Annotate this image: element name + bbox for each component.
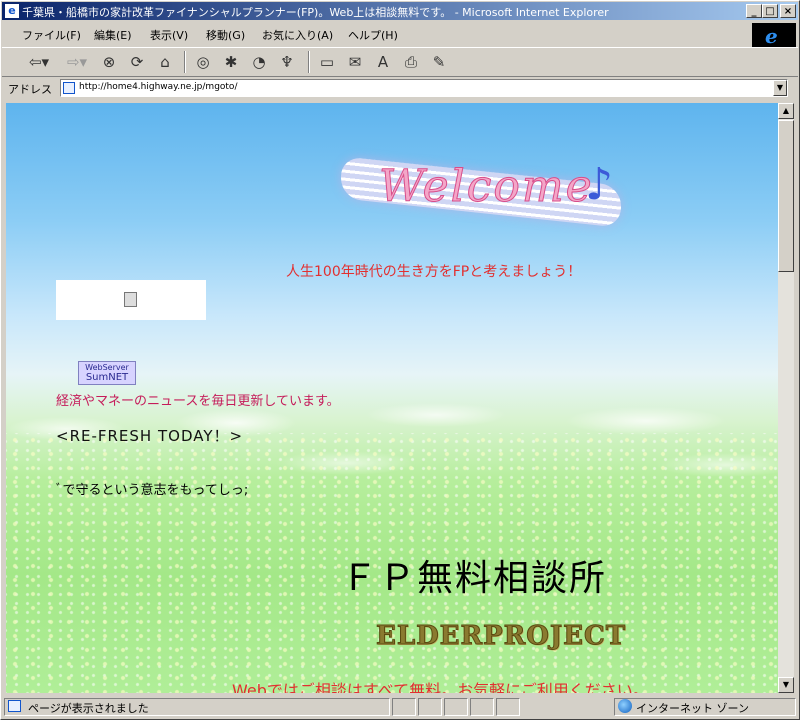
- maximize-button[interactable]: □: [762, 4, 778, 18]
- sumnet-line2: SumNET: [85, 372, 129, 383]
- broken-image-icon: [124, 292, 137, 307]
- vertical-scrollbar[interactable]: ▲ ▼: [778, 103, 794, 693]
- welcome-text: Welcome: [379, 161, 594, 213]
- internet-zone-icon: [618, 699, 632, 713]
- sumnet-badge[interactable]: WebServer SumNET: [78, 361, 136, 385]
- title-bar[interactable]: e 千葉県・船橋市の家計改革ファイナンシャルプランナー(FP)。Web上は相談無…: [2, 2, 798, 20]
- toolbar-separator: [184, 51, 186, 73]
- menu-bar: ファイル(F) 編集(E) 表示(V) 移動(G) お気に入り(A) ヘルプ(H…: [2, 22, 798, 44]
- mail-icon[interactable]: ✉: [344, 51, 366, 73]
- toolbar: ⇦▾ ⇨▾ ⊗ ⟳ ⌂ ◎ ✱ ◔ ♆ ▭ ✉ A ⎙ ✎: [2, 47, 798, 77]
- refresh-text: <RE-FRESH TODAY！>: [56, 427, 244, 445]
- menu-view[interactable]: 表示(V): [150, 27, 188, 43]
- page-content: Welcome ♪ 人生100年時代の生き方をFPと考えましょう！ WebSer…: [6, 103, 778, 693]
- address-label: アドレス: [8, 83, 52, 96]
- music-note-icon: ♪: [585, 159, 614, 210]
- menu-favorites[interactable]: お気に入り(A): [262, 27, 333, 43]
- favorites-icon[interactable]: ✱: [220, 51, 242, 73]
- elderproject-logo: ELDERPROJECT: [375, 621, 627, 652]
- status-bar: ページが表示されました インターネット ゾーン: [2, 696, 798, 718]
- address-dropdown-button[interactable]: ▼: [773, 80, 787, 96]
- window-title: 千葉県・船橋市の家計改革ファイナンシャルプランナー(FP)。Web上は相談無料で…: [22, 6, 609, 19]
- image-placeholder-box: [56, 280, 206, 320]
- status-panel: [392, 698, 416, 716]
- menu-file[interactable]: ファイル(F): [22, 27, 81, 43]
- status-panel: [470, 698, 494, 716]
- page-icon: [63, 82, 75, 94]
- fullscreen-icon[interactable]: ▭: [316, 51, 338, 73]
- toolbar-separator: [308, 51, 310, 73]
- forward-icon[interactable]: ⇨▾: [60, 51, 94, 73]
- ie-page-icon: e: [5, 4, 19, 18]
- history-icon[interactable]: ◔: [248, 51, 270, 73]
- channels-icon[interactable]: ♆: [276, 51, 298, 73]
- page-done-icon: [8, 700, 21, 712]
- address-url[interactable]: http://home4.highway.ne.jp/mgoto/: [79, 82, 237, 92]
- scroll-up-button[interactable]: ▲: [778, 103, 794, 119]
- back-icon[interactable]: ⇦▾: [22, 51, 56, 73]
- status-panel: [418, 698, 442, 716]
- edit-icon[interactable]: ✎: [428, 51, 450, 73]
- zone-text: インターネット ゾーン: [636, 702, 749, 715]
- print-icon[interactable]: ⎙: [400, 51, 422, 73]
- address-input[interactable]: http://home4.highway.ne.jp/mgoto/: [60, 79, 788, 97]
- status-panel: [444, 698, 468, 716]
- status-panel: [496, 698, 520, 716]
- life-text: 人生100年時代の生き方をFPと考えましょう！: [286, 264, 582, 280]
- ie-logo-icon: e: [752, 23, 796, 48]
- scroll-down-button[interactable]: ▼: [778, 677, 794, 693]
- stop-icon[interactable]: ⊗: [98, 51, 120, 73]
- welcome-banner: Welcome ♪: [341, 153, 631, 228]
- fp-consultation-title: ＦＰ無料相談所: [341, 558, 608, 599]
- font-icon[interactable]: A: [372, 51, 394, 73]
- minimize-button[interactable]: _: [746, 4, 762, 18]
- refresh-icon[interactable]: ⟳: [126, 51, 148, 73]
- menu-edit[interactable]: 編集(E): [94, 27, 132, 43]
- scroll-thumb[interactable]: [778, 120, 794, 272]
- search-icon[interactable]: ◎: [192, 51, 214, 73]
- news-link[interactable]: 経済やマネーのニュースを毎日更新しています。: [56, 390, 340, 409]
- menu-help[interactable]: ヘルプ(H): [348, 27, 398, 43]
- marquee-text: ﾞで守るという意志をもってしっ;: [56, 483, 249, 498]
- status-text: ページが表示されました: [28, 702, 149, 715]
- home-icon[interactable]: ⌂: [154, 51, 176, 73]
- web-consult-text: Webではご相談はすべて無料。お気軽にご利用ください。: [232, 681, 649, 693]
- close-button[interactable]: ×: [780, 4, 796, 18]
- menu-go[interactable]: 移動(G): [206, 27, 245, 43]
